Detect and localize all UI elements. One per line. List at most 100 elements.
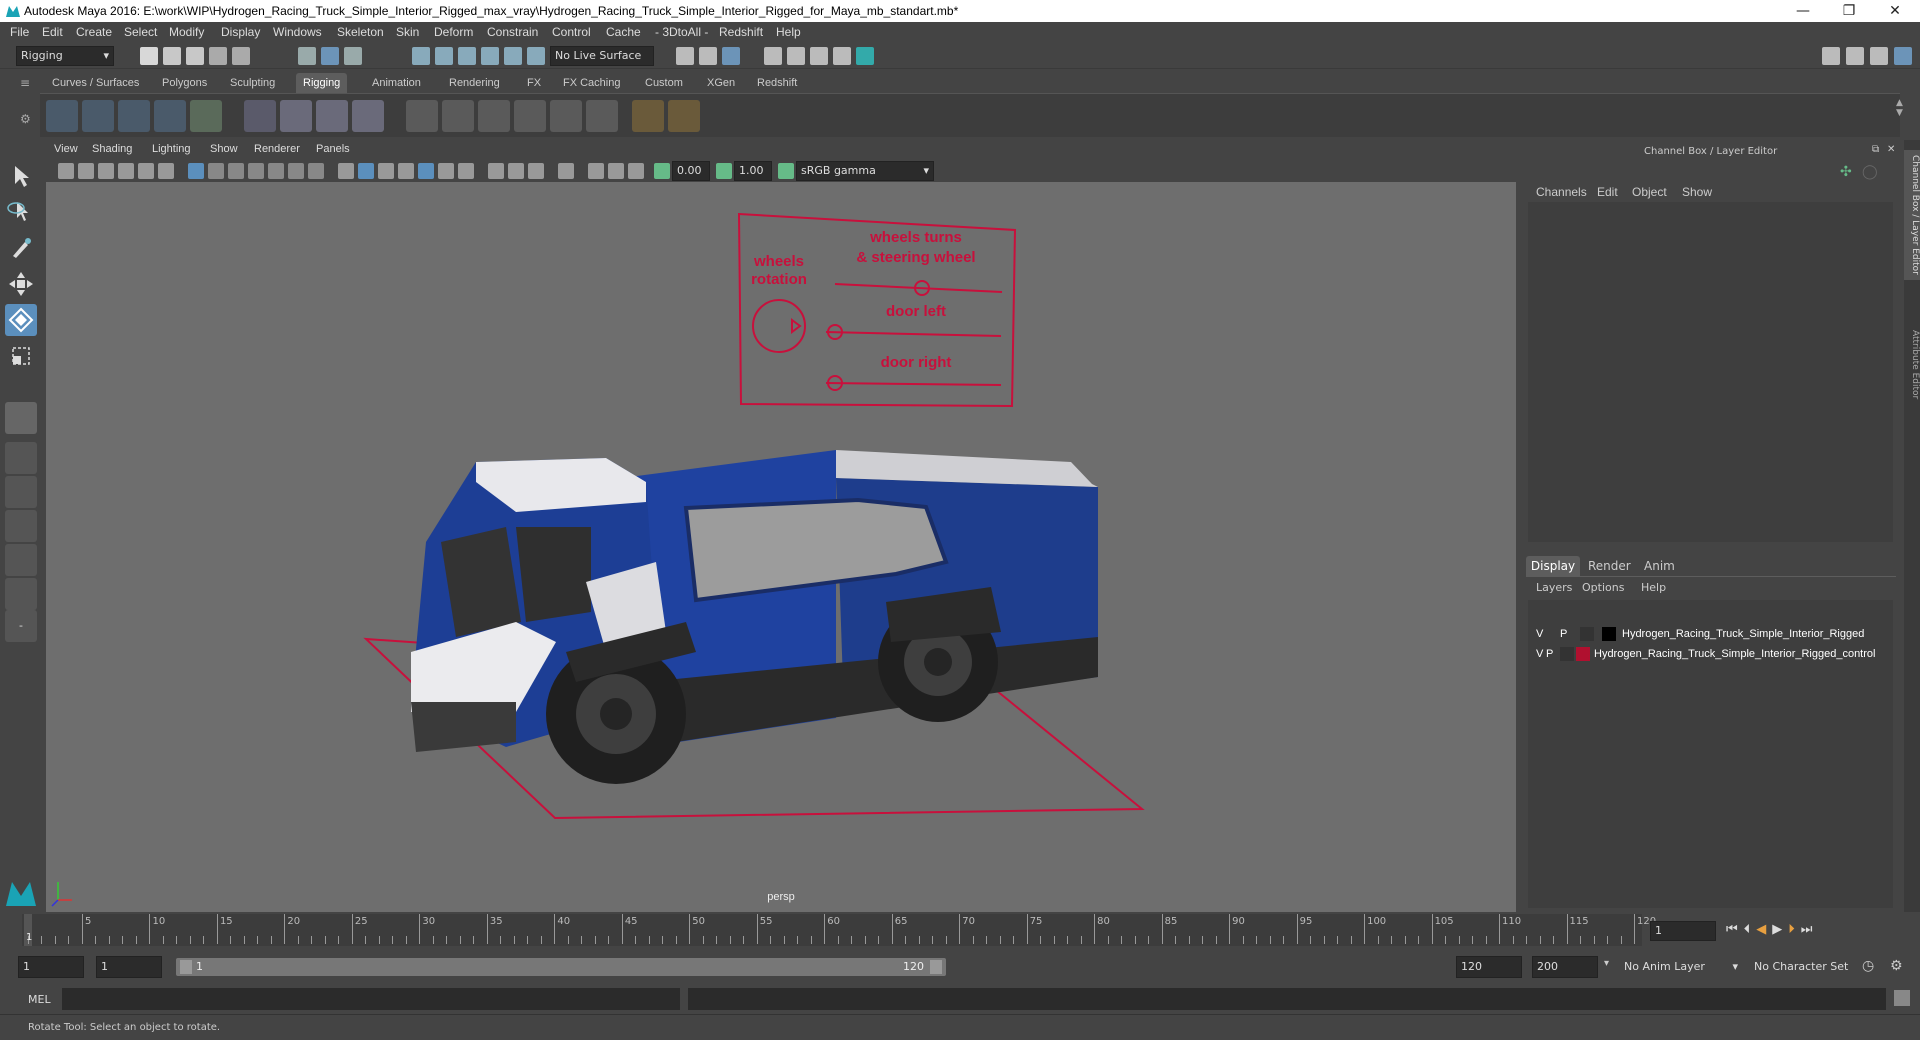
xray-icon[interactable] xyxy=(398,163,414,179)
scale-constraint-icon[interactable] xyxy=(514,100,546,132)
step-back-icon[interactable]: ⏴ xyxy=(1744,922,1757,937)
close-button[interactable]: ✕ xyxy=(1872,0,1918,22)
hypershade-layout-icon[interactable] xyxy=(5,578,37,610)
more-layouts-icon[interactable]: - xyxy=(5,610,37,642)
time-slider[interactable]: 5 10 15 20 25 30 35 40 45 50 55 60 65 70 75 80 85 90 95 100… xyxy=(22,914,1656,946)
shelf-tab-redshift[interactable]: Redshift xyxy=(750,73,804,93)
menu-redshift[interactable]: Redshift xyxy=(719,22,763,43)
orient-constraint-icon[interactable] xyxy=(478,100,510,132)
single-pane-layout-icon[interactable] xyxy=(5,402,37,434)
layer-row[interactable]: V P Hydrogen_Racing_Truck_Simple_Interio… xyxy=(1528,644,1893,664)
image-plane-icon[interactable] xyxy=(118,163,134,179)
safe-title-icon[interactable] xyxy=(308,163,324,179)
shelf-tab-sculpting[interactable]: Sculpting xyxy=(223,73,282,93)
restore-button[interactable]: ❐ xyxy=(1826,0,1872,22)
menu-edit[interactable]: Edit xyxy=(42,22,63,43)
character-set-select[interactable]: No Character Set xyxy=(1750,956,1870,978)
playback-start-field[interactable]: 1 xyxy=(96,956,162,978)
select-component-icon[interactable] xyxy=(344,47,362,65)
shelf-tab-rendering[interactable]: Rendering xyxy=(442,73,507,93)
end-time-field[interactable]: 200 xyxy=(1532,956,1598,978)
input-output-icon[interactable] xyxy=(676,47,694,65)
scale-tool-icon[interactable] xyxy=(5,340,37,372)
truck-model[interactable] xyxy=(411,450,1098,784)
joint-tool-icon[interactable] xyxy=(46,100,78,132)
pole-vector-icon[interactable] xyxy=(586,100,618,132)
xray-joints-icon[interactable] xyxy=(588,163,604,179)
layer-playback-toggle[interactable]: P xyxy=(1546,644,1553,664)
rotate-tool-icon[interactable] xyxy=(5,304,37,336)
grid-icon[interactable] xyxy=(188,163,204,179)
motion-blur-icon[interactable] xyxy=(508,163,524,179)
parent-constraint-icon[interactable] xyxy=(406,100,438,132)
wireframe-on-shaded-icon[interactable] xyxy=(378,163,394,179)
menu-display[interactable]: Display xyxy=(221,22,260,43)
menu-deform[interactable]: Deform xyxy=(434,22,473,43)
play-backward-icon[interactable]: ◀ xyxy=(1756,922,1772,937)
panel-float-icon[interactable]: ⧉ xyxy=(1872,144,1879,155)
layer-menu-layers[interactable]: Layers xyxy=(1536,581,1572,594)
bind-skin-icon[interactable] xyxy=(352,100,384,132)
layer-tab-display[interactable]: Display xyxy=(1526,556,1580,576)
select-hierarchy-icon[interactable] xyxy=(298,47,316,65)
point-constraint-icon[interactable] xyxy=(442,100,474,132)
side-tab-attribute-editor[interactable]: Attribute Editor xyxy=(1904,310,1920,420)
channel-box-menu-edit[interactable]: Edit xyxy=(1597,185,1618,199)
live-surface-field[interactable]: No Live Surface xyxy=(550,46,654,66)
insert-joint-icon[interactable] xyxy=(154,100,186,132)
menu-cache[interactable]: Cache xyxy=(606,22,641,43)
panel-close-icon[interactable]: ✕ xyxy=(1887,144,1895,155)
select-tool-icon[interactable] xyxy=(5,160,37,192)
shelf-tab-fx-caching[interactable]: FX Caching xyxy=(556,73,627,93)
two-pane-layout-icon[interactable] xyxy=(5,476,37,508)
step-forward-icon[interactable]: ⏵ xyxy=(1788,922,1801,937)
channel-box-toggle-icon[interactable] xyxy=(1894,47,1912,65)
bookmark-icon[interactable] xyxy=(98,163,114,179)
outliner-persp-layout-icon[interactable] xyxy=(5,510,37,542)
redshift-render-icon[interactable] xyxy=(856,47,874,65)
shelf-tab-fx[interactable]: FX xyxy=(520,73,548,93)
snap-view-icon[interactable] xyxy=(481,47,499,65)
move-tool-icon[interactable] xyxy=(5,268,37,300)
channel-box-area[interactable] xyxy=(1528,202,1893,542)
chevron-down-icon[interactable]: ▾ xyxy=(1604,958,1609,969)
shelf-tab-custom[interactable]: Custom xyxy=(638,73,690,93)
exposure-icon[interactable] xyxy=(654,163,670,179)
shelf-tab-animation[interactable]: Animation xyxy=(365,73,428,93)
set-driven-key-icon[interactable] xyxy=(668,100,700,132)
isolate-select-icon[interactable] xyxy=(558,163,574,179)
textured-icon[interactable] xyxy=(418,163,434,179)
layer-color-swatch[interactable] xyxy=(1602,627,1616,641)
ik-handle-icon[interactable] xyxy=(82,100,114,132)
shelf-settings-icon[interactable]: ⚙ xyxy=(20,112,34,126)
layer-type-toggle[interactable] xyxy=(1560,647,1574,661)
command-language-label[interactable]: MEL xyxy=(28,993,51,1006)
tool-settings-icon[interactable] xyxy=(1870,47,1888,65)
layer-type-toggle[interactable] xyxy=(1580,627,1594,641)
ik-spline-icon[interactable] xyxy=(118,100,150,132)
channel-box-menu-channels[interactable]: Channels xyxy=(1536,185,1587,199)
gate-mask-icon[interactable] xyxy=(248,163,264,179)
start-time-field[interactable]: 1 xyxy=(18,956,84,978)
xray-active-icon[interactable] xyxy=(608,163,624,179)
menu-3dtoall[interactable]: - 3DtoAll - xyxy=(655,22,708,43)
go-to-start-icon[interactable]: ⏮ xyxy=(1726,922,1744,937)
construction-history-icon[interactable] xyxy=(699,47,717,65)
snap-curve-icon[interactable] xyxy=(435,47,453,65)
shadows-icon[interactable] xyxy=(458,163,474,179)
wrap-deformer-icon[interactable] xyxy=(316,100,348,132)
shelf-tab-polygons[interactable]: Polygons xyxy=(155,73,214,93)
lattice-icon[interactable] xyxy=(244,100,276,132)
menu-constrain[interactable]: Constrain xyxy=(487,22,538,43)
shelf-menu-icon[interactable]: ≡ xyxy=(20,76,34,90)
menu-skin[interactable]: Skin xyxy=(396,22,419,43)
current-frame-field[interactable]: 1 xyxy=(1650,921,1716,941)
panel-menu-renderer[interactable]: Renderer xyxy=(254,143,300,155)
ipr-render-icon[interactable] xyxy=(787,47,805,65)
color-space-select[interactable]: sRGB gamma ▾ xyxy=(796,161,934,181)
wireframe-icon[interactable] xyxy=(338,163,354,179)
film-gate-icon[interactable] xyxy=(208,163,224,179)
range-slider[interactable]: 1 120 xyxy=(176,958,946,976)
playback-end-field[interactable]: 120 xyxy=(1456,956,1522,978)
shelf-tab-xgen[interactable]: XGen xyxy=(700,73,742,93)
